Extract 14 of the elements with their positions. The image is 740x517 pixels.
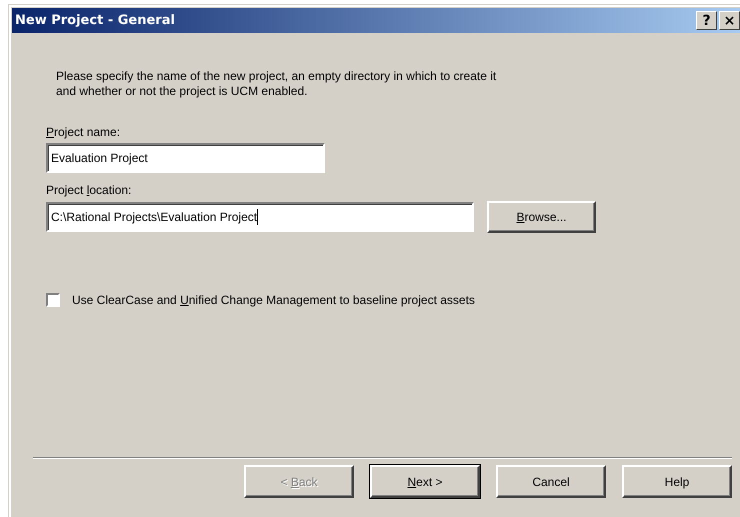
dialog-button[interactable]: Help <box>622 465 732 498</box>
field-label: Project name: <box>46 125 122 139</box>
browse-button[interactable]: Browse... <box>487 201 596 233</box>
description-text: Please specify the name of the new project, an empty directory in which to create it and whether or not the project is UCM enabled. <box>56 69 498 99</box>
input-field[interactable]: C:\Rational Projects\Evaluation Project <box>46 202 474 232</box>
close-button[interactable]: × <box>719 11 740 30</box>
checkbox[interactable] <box>46 293 60 307</box>
input-field[interactable]: Evaluation Project <box>46 143 325 173</box>
dialog-button[interactable]: Cancel <box>496 465 606 498</box>
window-title: New Project - General <box>15 13 175 28</box>
help-button[interactable]: ? <box>696 11 717 30</box>
dialog-button[interactable]: Next > <box>370 465 480 498</box>
field-label: Project location: <box>46 183 132 197</box>
checkbox-label[interactable]: Use ClearCase and Unified Change Management to baseline project assets <box>72 293 475 307</box>
